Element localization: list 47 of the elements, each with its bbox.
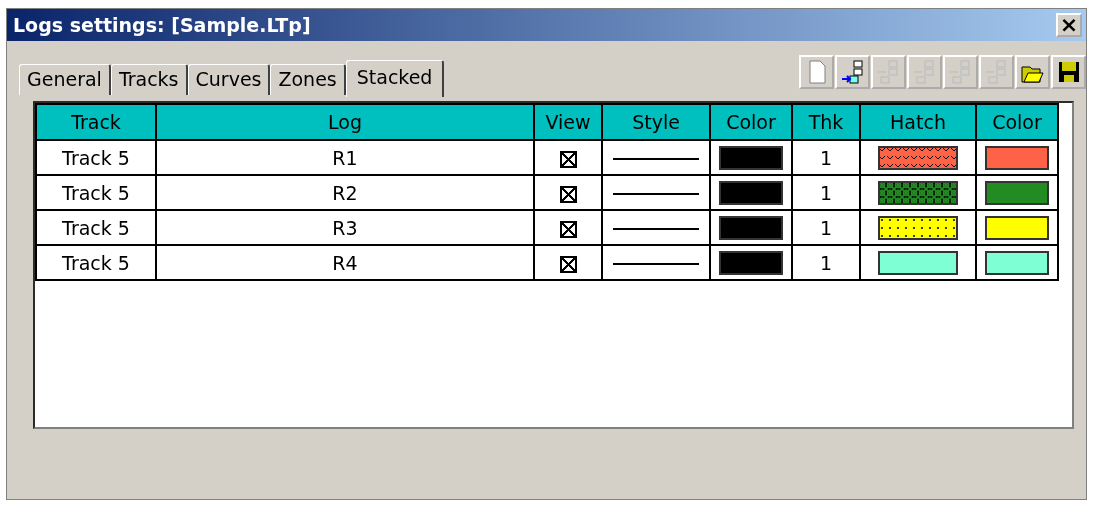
hatch-swatch[interactable] [878,215,958,240]
table-cell: 1 [792,210,860,245]
column-header: Track [36,104,156,140]
hatch-swatch[interactable] [878,145,958,170]
column-header: Color [976,104,1058,140]
column-header: Thk [792,104,860,140]
toolbar-button[interactable] [835,55,870,89]
table-cell: R1 [156,140,534,175]
view-checkbox[interactable] [559,185,577,203]
tab[interactable]: Curves [187,64,271,95]
table-cell: Track 5 [36,175,156,210]
table-cell: R2 [156,175,534,210]
column-header: Style [602,104,710,140]
column-header: Log [156,104,534,140]
view-checkbox[interactable] [559,255,577,273]
color-swatch[interactable] [719,145,783,170]
window-title: Logs settings: [Sample.LTp] [13,14,311,36]
toolbar-button[interactable] [1051,55,1086,89]
table-cell: 1 [792,175,860,210]
table-cell: Track 5 [36,210,156,245]
tab[interactable]: Zones [270,64,346,95]
column-header: Hatch [860,104,976,140]
table-cell: R4 [156,245,534,280]
close-button[interactable]: × [1056,13,1082,37]
color-swatch[interactable] [985,250,1049,275]
add-icon [839,59,866,85]
tab[interactable]: Stacked [345,60,445,97]
hatch-swatch[interactable] [878,180,958,205]
view-checkbox[interactable] [559,150,577,168]
view-checkbox[interactable] [559,220,577,238]
tab[interactable]: General [19,64,111,95]
color-swatch[interactable] [985,215,1049,240]
column-header: Color [710,104,792,140]
toolbar-button[interactable] [1015,55,1050,89]
color-swatch[interactable] [719,250,783,275]
tab[interactable]: Tracks [110,64,188,95]
table-cell: Track 5 [36,245,156,280]
table-cell: 1 [792,140,860,175]
hatch-swatch[interactable] [878,250,958,275]
table-cell: 1 [792,245,860,280]
color-swatch[interactable] [719,215,783,240]
color-swatch[interactable] [985,145,1049,170]
column-header: View [534,104,602,140]
color-swatch[interactable] [985,180,1049,205]
table-cell: Track 5 [36,140,156,175]
table-cell: R3 [156,210,534,245]
color-swatch[interactable] [719,180,783,205]
